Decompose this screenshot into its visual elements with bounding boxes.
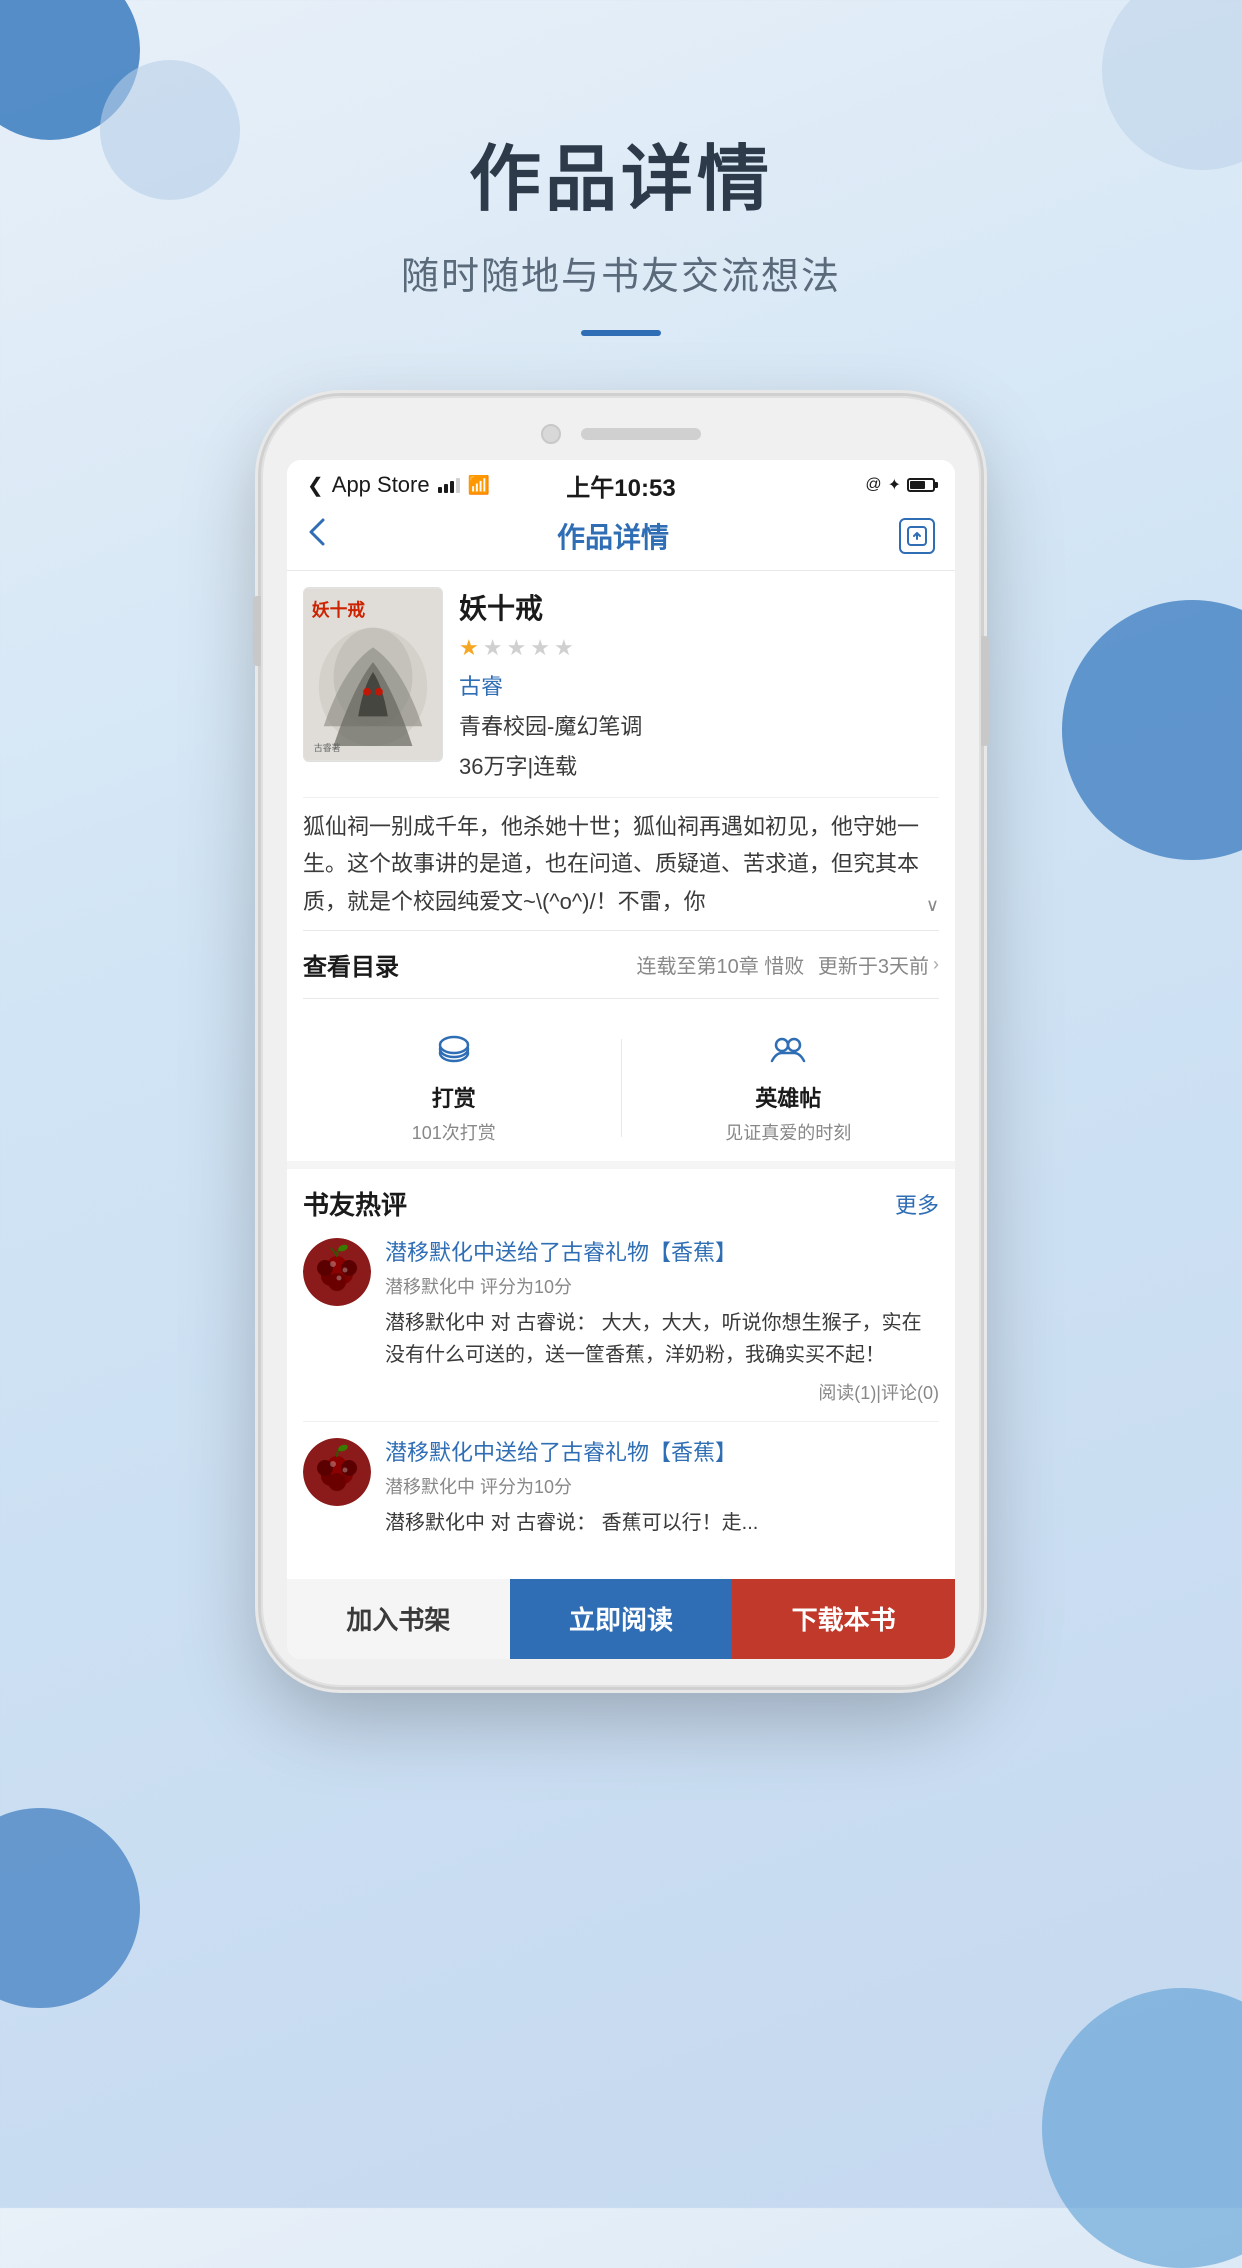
reviews-title: 书友热评 [303, 1185, 407, 1222]
star-4: ★ [530, 635, 550, 661]
bottom-bar: 加入书架 立即阅读 下载本书 [287, 1579, 955, 1659]
review-avatar-1 [303, 1238, 371, 1306]
share-button[interactable] [899, 518, 935, 554]
reward-label: 打赏 [432, 1081, 476, 1113]
review-content-1: 潜移默化中送给了古睿礼物【香蕉】 潜移默化中 评分为10分 潜移默化中 对 古睿… [385, 1238, 939, 1405]
page-main-title: 作品详情 [0, 120, 1242, 225]
review-content-2: 潜移默化中送给了古睿礼物【香蕉】 潜移默化中 评分为10分 潜移默化中 对 古睿… [385, 1438, 939, 1547]
phone-screen: ❮ App Store 📶 上午10:53 @ ✦ [287, 460, 955, 1659]
book-cover: 妖十戒 古睿著 [303, 587, 443, 762]
toc-chevron-icon: › [933, 954, 939, 975]
phone-speaker [581, 428, 701, 440]
bg-circle-6 [1042, 1988, 1242, 2268]
reward-action[interactable]: 打赏 101次打赏 [287, 1031, 621, 1145]
review-meta-2: 潜移默化中 评分为10分 [385, 1473, 939, 1499]
reward-count: 101次打赏 [412, 1119, 496, 1145]
nav-bar: 作品详情 [287, 506, 955, 571]
phone-container: ❮ App Store 📶 上午10:53 @ ✦ [0, 396, 1242, 1687]
review-meta-1: 潜移默化中 评分为10分 [385, 1273, 939, 1299]
battery-icon [907, 478, 935, 492]
phone-top-bar [287, 424, 955, 444]
svg-text:妖十戒: 妖十戒 [312, 599, 365, 620]
status-time: 上午10:53 [566, 468, 675, 503]
reviews-section: 书友热评 更多 [287, 1169, 955, 1579]
hero-post-sublabel: 见证真爱的时刻 [725, 1119, 851, 1145]
toc-update-info: 更新于3天前 [818, 950, 929, 979]
review-body-1: 潜移默化中 对 古睿说： 大大，大大，听说你想生猴子，实在没有什么可送的，送一筐… [385, 1307, 939, 1371]
wifi-icon: 📶 [468, 475, 490, 496]
review-stats-1: 阅读(1)|评论(0) [385, 1379, 939, 1405]
reviews-header: 书友热评 更多 [303, 1185, 939, 1222]
read-now-button[interactable]: 立即阅读 [510, 1579, 733, 1659]
review-item-2: 潜移默化中送给了古睿礼物【香蕉】 潜移默化中 评分为10分 潜移默化中 对 古睿… [303, 1438, 939, 1547]
bluetooth-icon: ✦ [888, 475, 901, 495]
star-3: ★ [506, 635, 526, 661]
book-author: 古睿 [459, 669, 939, 701]
book-genre: 青春校园-魔幻笔调 [459, 709, 939, 741]
book-details: 妖十戒 ★ ★ ★ ★ ★ 古睿 青春校园-魔幻笔调 36万字|连载 [459, 587, 939, 781]
description-text: 狐仙祠一别成千年，他杀她十世；狐仙祠再遇如初见，他守她一生。这个故事讲的是道，也… [303, 814, 919, 914]
description-fold-icon[interactable]: ∨ [926, 890, 939, 921]
nav-title: 作品详情 [557, 516, 669, 556]
header-divider [581, 330, 661, 336]
at-symbol: @ [865, 476, 881, 494]
review-item: 潜移默化中送给了古睿礼物【香蕉】 潜移默化中 评分为10分 潜移默化中 对 古睿… [303, 1238, 939, 1422]
signal-bar-2 [444, 484, 448, 493]
bg-circle-5 [0, 1808, 140, 2008]
add-to-shelf-button[interactable]: 加入书架 [287, 1579, 510, 1659]
phone-side-button-right [981, 636, 989, 746]
signal-bar-1 [438, 487, 442, 493]
toc-label: 查看目录 [303, 947, 399, 982]
signal-bar-4 [456, 478, 460, 493]
signal-bars [438, 477, 460, 493]
review-title-2[interactable]: 潜移默化中送给了古睿礼物【香蕉】 [385, 1438, 939, 1469]
status-bar-right: @ ✦ [865, 475, 935, 495]
star-2: ★ [483, 635, 503, 661]
reward-icon [436, 1031, 472, 1075]
review-title-1[interactable]: 潜移默化中送给了古睿礼物【香蕉】 [385, 1238, 939, 1269]
status-bar: ❮ App Store 📶 上午10:53 @ ✦ [287, 460, 955, 506]
book-wordcount: 36万字|连载 [459, 749, 939, 781]
book-info-section: 妖十戒 古睿著 妖十戒 ★ ★ ★ ★ ★ [303, 587, 939, 781]
phone-side-button-left [253, 596, 261, 666]
download-button[interactable]: 下载本书 [732, 1579, 955, 1659]
reviews-more-button[interactable]: 更多 [895, 1188, 939, 1220]
hero-post-label: 英雄帖 [755, 1081, 821, 1113]
toc-chapter-info: 连载至第10章 惜败 [637, 950, 805, 979]
book-rating: ★ ★ ★ ★ ★ [459, 635, 939, 661]
carrier-name: App Store [332, 472, 430, 498]
status-bar-left: ❮ App Store 📶 [307, 472, 490, 498]
review-body-2: 潜移默化中 对 古睿说： 香蕉可以行！走... [385, 1507, 939, 1539]
star-5: ★ [554, 635, 574, 661]
hero-post-action[interactable]: 英雄帖 见证真爱的时刻 [622, 1031, 956, 1145]
hero-post-icon [770, 1031, 806, 1075]
back-arrow-status: ❮ [307, 473, 324, 498]
header-area: 作品详情 随时随地与书友交流想法 [0, 0, 1242, 336]
review-avatar-2 [303, 1438, 371, 1506]
book-title: 妖十戒 [459, 587, 939, 627]
book-description: 狐仙祠一别成千年，他杀她十世；狐仙祠再遇如初见，他守她一生。这个故事讲的是道，也… [303, 797, 939, 930]
action-section: 打赏 101次打赏 英雄帖 见证真爱的时刻 [287, 1015, 955, 1169]
toc-info: 连载至第10章 惜败 更新于3天前 › [637, 950, 940, 979]
page-subtitle: 随时随地与书友交流想法 [0, 245, 1242, 300]
star-1: ★ [459, 635, 479, 661]
signal-bar-3 [450, 481, 454, 493]
back-button[interactable] [307, 516, 327, 556]
battery-fill [910, 481, 925, 489]
content-area: 妖十戒 古睿著 妖十戒 ★ ★ ★ ★ ★ [287, 571, 955, 1015]
toc-section[interactable]: 查看目录 连载至第10章 惜败 更新于3天前 › [303, 930, 939, 999]
phone-camera [541, 424, 561, 444]
phone-mockup: ❮ App Store 📶 上午10:53 @ ✦ [261, 396, 981, 1687]
svg-text:古睿著: 古睿著 [314, 742, 341, 753]
